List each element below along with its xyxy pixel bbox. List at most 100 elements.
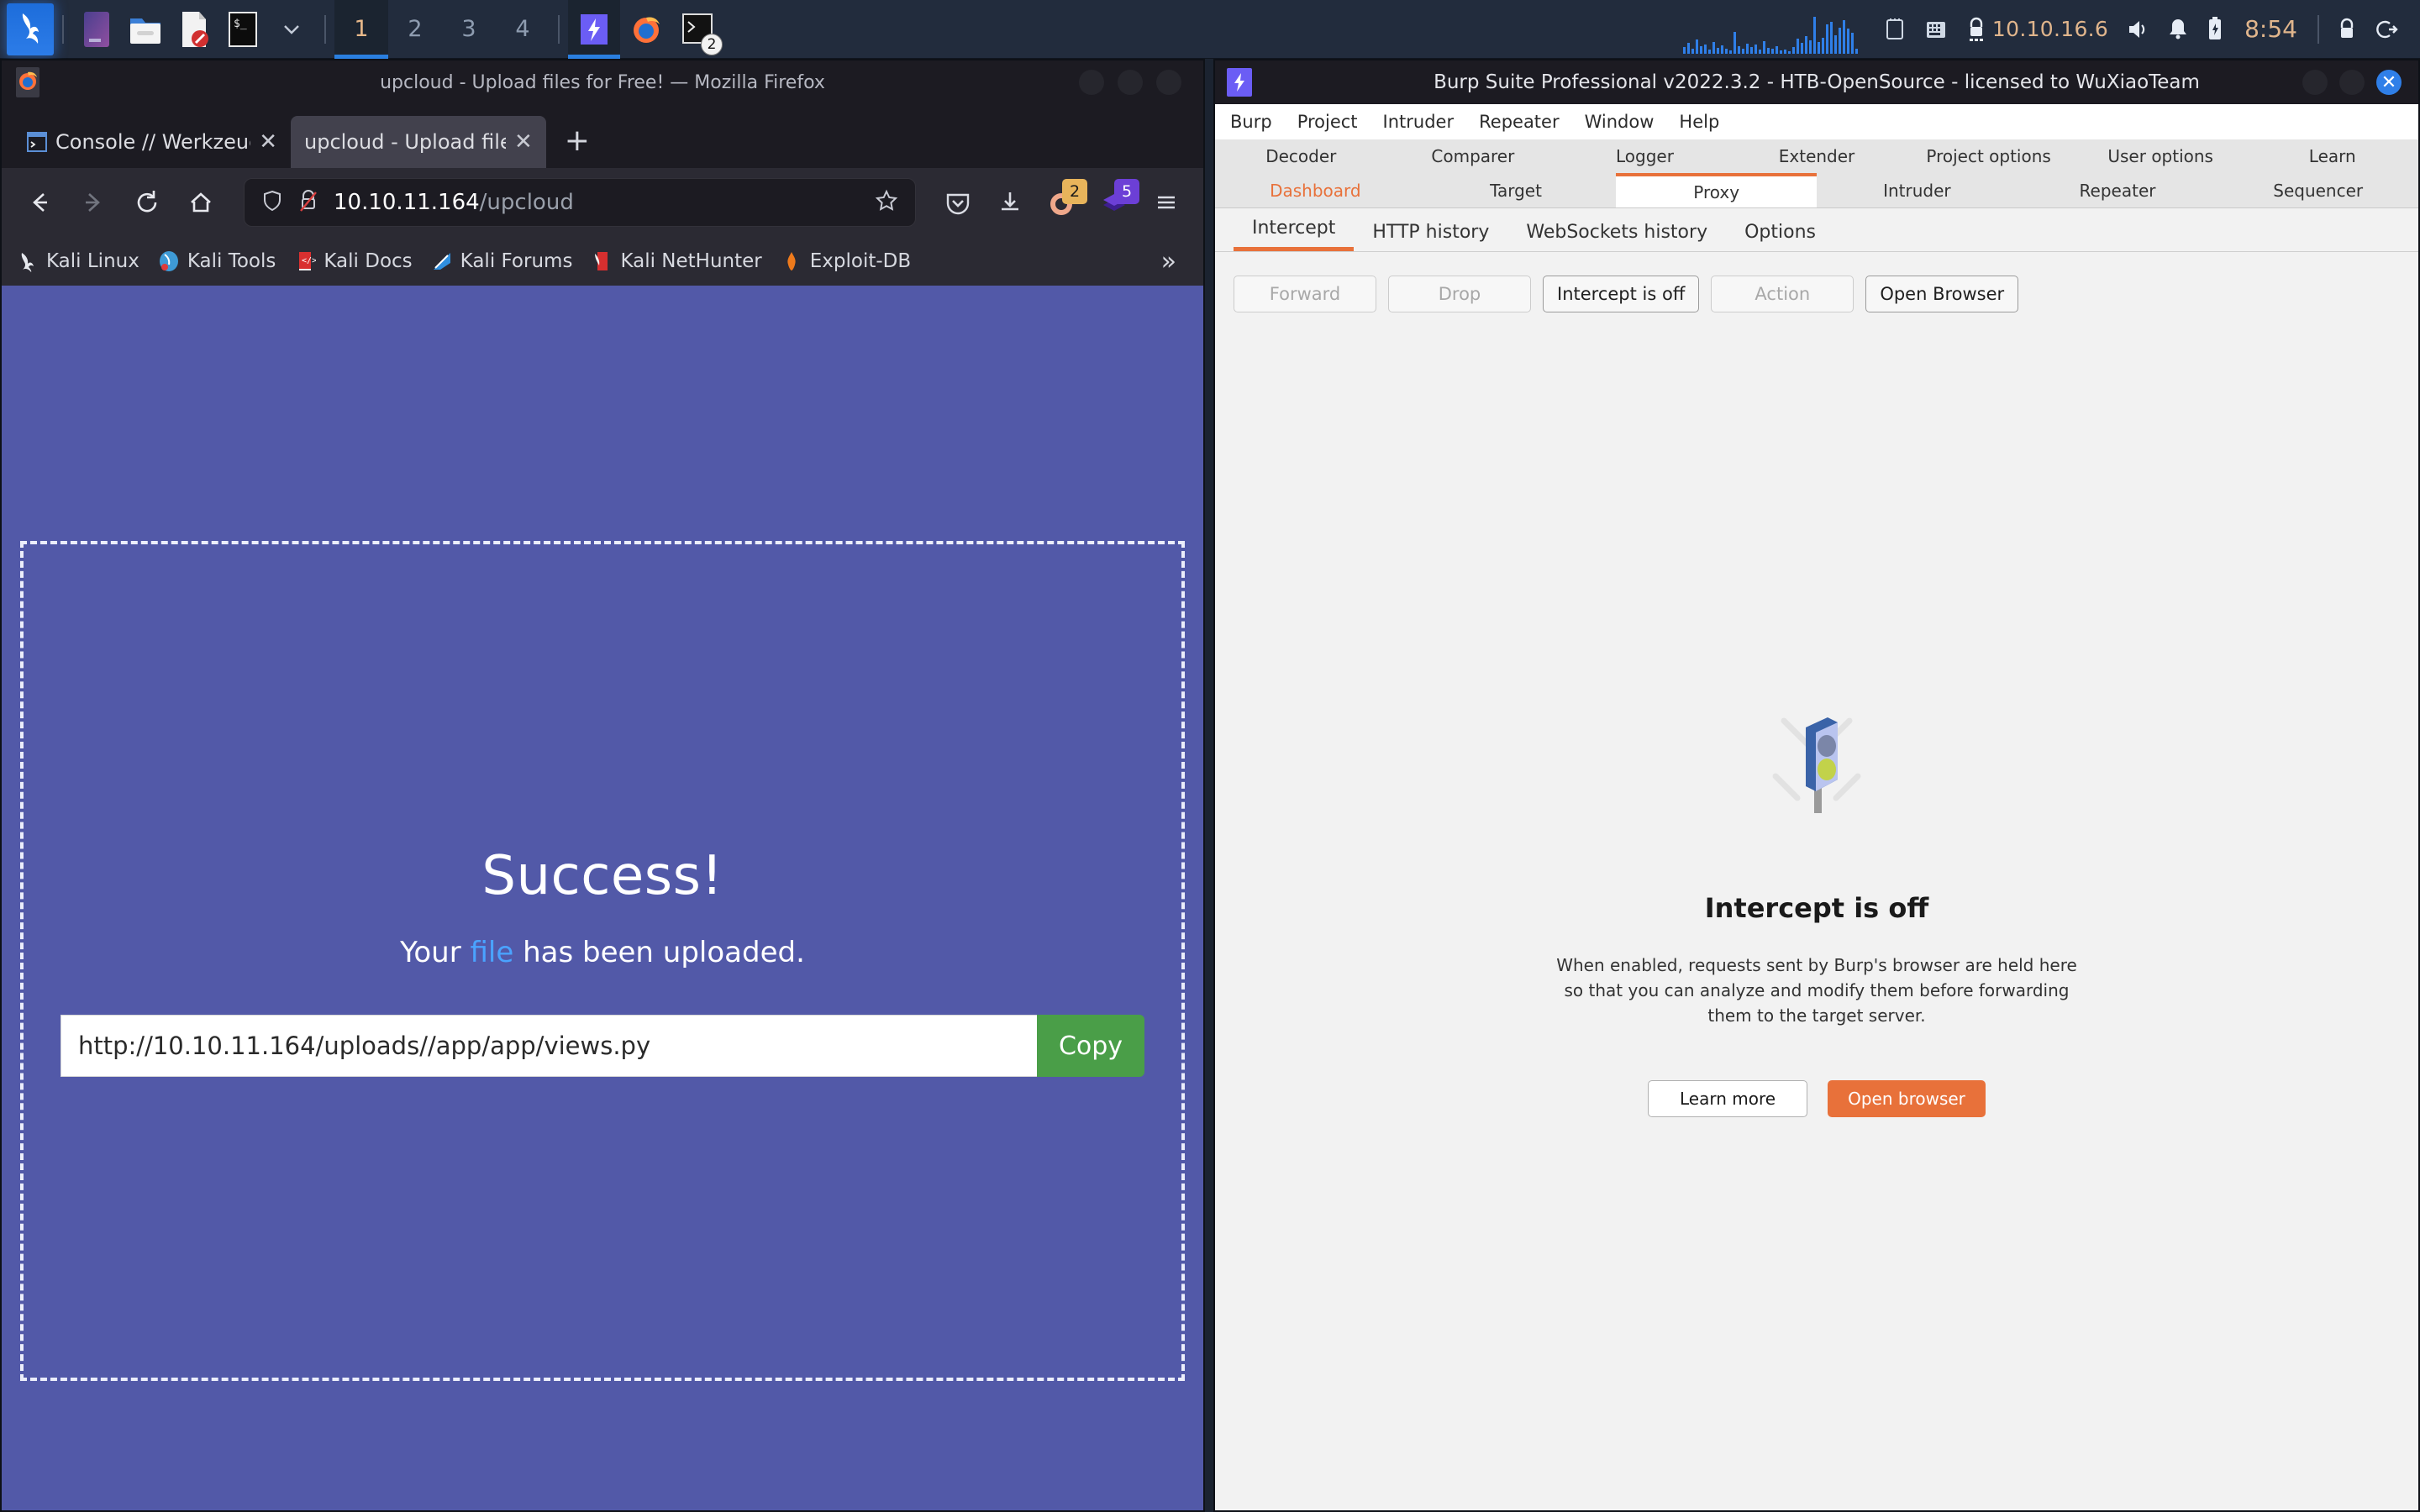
insecure-lock-icon[interactable] [297,188,320,217]
extension-layers-icon[interactable]: 5 [1092,179,1139,224]
proxy-subtabs: Intercept HTTP history WebSockets histor… [1215,208,2418,252]
tab-decoder[interactable]: Decoder [1215,146,1387,166]
tab-target[interactable]: Target [1416,173,1617,207]
burp-main-tabs: Dashboard Target Proxy Intruder Repeater… [1215,173,2418,208]
vpn-lock-icon[interactable]: 10.10.16.6 [1965,16,2108,43]
browser-tab-0[interactable]: Console // Werkzeug Debu ✕ [13,116,291,168]
close-button[interactable] [1156,70,1181,95]
subtab-intercept[interactable]: Intercept [1234,218,1355,251]
bell-icon[interactable] [2167,17,2189,42]
learn-more-button[interactable]: Learn more [1648,1080,1807,1117]
reload-icon[interactable] [124,180,170,225]
downloads-icon[interactable] [988,181,1032,224]
tab-proxy[interactable]: Proxy [1616,173,1818,207]
ethernet-icon[interactable] [1883,17,1907,42]
bookmark-kali-linux[interactable]: Kali Linux [17,250,139,272]
star-icon[interactable] [873,187,900,218]
firefox-window-controls [1079,70,1181,95]
workspace-2[interactable]: 2 [388,0,442,59]
terminal-icon[interactable]: $_ [221,3,265,55]
tab-project-options[interactable]: Project options [1902,146,2075,166]
minimize-button[interactable] [2302,70,2328,95]
bookmark-kali-nethunter[interactable]: Kali NetHunter [591,250,762,272]
menu-help[interactable]: Help [1679,112,1719,132]
forward-button[interactable]: Forward [1234,276,1376,312]
terminal-task[interactable]: 2 [672,0,724,59]
home-icon[interactable] [178,180,224,225]
text-editor-icon[interactable] [172,3,216,55]
uploaded-url-input[interactable]: http://10.10.11.164/uploads//app/app/vie… [60,1015,1037,1077]
workspace-3[interactable]: 3 [442,0,496,59]
container-tabs-icon[interactable]: 2 [1040,179,1087,224]
bookmark-kali-forums[interactable]: Kali Forums [431,250,572,272]
hamburger-menu-icon[interactable] [1144,181,1188,224]
chevron-down-icon[interactable] [270,3,313,55]
tab-logger[interactable]: Logger [1559,146,1731,166]
subtab-http-history[interactable]: HTTP history [1354,222,1507,251]
address-bar[interactable]: 10.10.11.164/upcloud [244,178,916,227]
keyboard-icon[interactable] [1923,17,1949,42]
vpn-ip-address: 10.10.16.6 [1991,17,2109,41]
forward-arrow-icon[interactable] [71,180,116,225]
close-button[interactable]: ✕ [2376,70,2402,95]
tab-learn[interactable]: Learn [2246,146,2418,166]
browser-tab-label: upcloud - Upload files for Fre [304,130,506,154]
firefox-window: upcloud - Upload files for Free! — Mozil… [0,59,1205,1512]
drop-button[interactable]: Drop [1388,276,1531,312]
new-tab-button[interactable]: + [565,123,590,158]
upload-drop-zone[interactable]: Success! Your file has been uploaded. ht… [20,541,1185,1381]
bookmark-kali-docs[interactable]: </> Kali Docs [294,250,413,272]
workspace-label: 4 [515,16,530,42]
action-button[interactable]: Action [1711,276,1854,312]
maximize-button[interactable] [1118,70,1143,95]
workspace-label: 3 [461,16,476,42]
workspace-4[interactable]: 4 [496,0,550,59]
tab-close-icon[interactable]: ✕ [259,131,277,153]
open-browser-cta-button[interactable]: Open browser [1828,1080,1986,1117]
copy-button[interactable]: Copy [1037,1015,1144,1077]
files-manager-icon[interactable] [75,3,118,55]
bookmark-kali-tools[interactable]: Kali Tools [158,250,276,272]
power-logout-icon[interactable] [2375,17,2400,42]
tab-sequencer[interactable]: Sequencer [2217,173,2418,207]
bookmark-exploit-db[interactable]: Exploit-DB [781,250,911,272]
tab-extender[interactable]: Extender [1731,146,1903,166]
volume-icon[interactable] [2125,17,2150,42]
open-browser-button[interactable]: Open Browser [1865,276,2019,312]
menu-project[interactable]: Project [1297,112,1358,132]
menu-window[interactable]: Window [1585,112,1655,132]
bookmark-label: Kali Docs [324,250,413,272]
burp-secondary-tabs: Decoder Comparer Logger Extender Project… [1215,139,2418,173]
menu-repeater[interactable]: Repeater [1479,112,1559,132]
burp-suite-task[interactable] [568,0,620,59]
menu-intruder[interactable]: Intruder [1383,112,1455,132]
bookmark-label: Exploit-DB [809,250,912,272]
divider [324,14,326,44]
battery-icon[interactable] [2206,16,2224,43]
intercept-toggle-button[interactable]: Intercept is off [1543,276,1700,312]
tab-repeater[interactable]: Repeater [2018,173,2218,207]
lock-icon[interactable] [2336,17,2358,42]
workspace-1[interactable]: 1 [334,0,388,59]
minimize-button[interactable] [1079,70,1104,95]
menu-burp[interactable]: Burp [1230,112,1272,132]
browser-tab-1[interactable]: upcloud - Upload files for Fre ✕ [291,116,546,168]
clock[interactable]: 8:54 [2244,15,2297,43]
shield-icon[interactable] [260,188,285,217]
tab-user-options[interactable]: User options [2075,146,2247,166]
tab-intruder[interactable]: Intruder [1817,173,2018,207]
folder-icon[interactable] [124,3,167,55]
kali-menu-icon[interactable] [7,3,54,55]
tab-close-icon[interactable]: ✕ [514,131,533,153]
bookmarks-overflow-button[interactable]: » [1161,247,1188,276]
uploaded-file-link[interactable]: file [471,936,514,969]
tab-dashboard[interactable]: Dashboard [1215,173,1416,207]
tab-comparer[interactable]: Comparer [1387,146,1560,166]
terminal-task-badge: 2 [701,33,723,55]
subtab-websockets-history[interactable]: WebSockets history [1507,222,1726,251]
pocket-icon[interactable] [936,181,980,224]
firefox-task[interactable] [620,0,672,59]
back-arrow-icon[interactable] [17,180,62,225]
maximize-button[interactable] [2339,70,2365,95]
subtab-options[interactable]: Options [1726,222,1834,251]
